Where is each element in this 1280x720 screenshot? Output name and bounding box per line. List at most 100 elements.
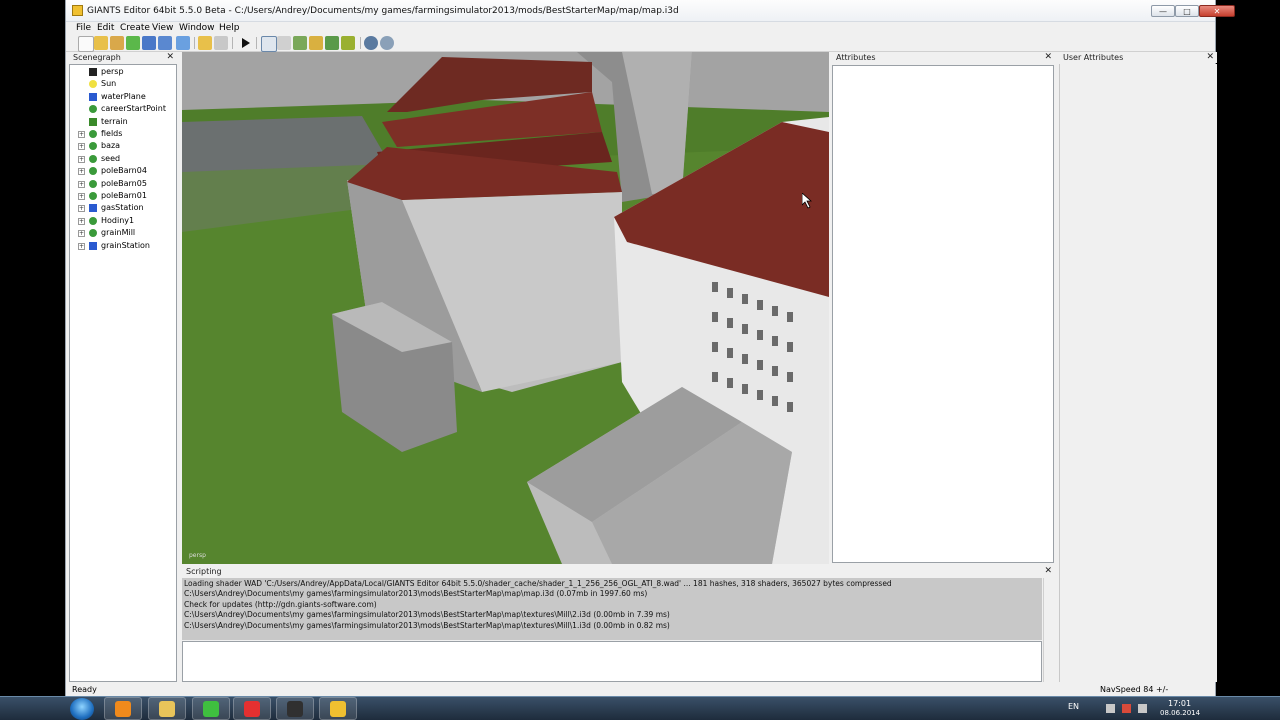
log-line: Loading shader WAD 'C:/Users/Andrey/AppD… — [184, 579, 892, 588]
taskbar-app-button[interactable] — [276, 697, 314, 720]
taskbar-app-button[interactable] — [319, 697, 357, 720]
transform-icon — [89, 192, 97, 200]
taskbar-app-button[interactable] — [104, 697, 142, 720]
mouse-cursor-icon — [802, 193, 812, 209]
move-icon[interactable] — [277, 36, 291, 50]
scenegraph-node-label: terrain — [101, 116, 128, 126]
scenegraph-node-label: Sun — [101, 79, 117, 89]
scenegraph-node-label: seed — [101, 153, 121, 163]
terrain-sculpt-icon[interactable] — [293, 36, 307, 50]
tray-network-icon[interactable] — [1106, 704, 1115, 713]
scenegraph-node[interactable]: + poleBarn01 — [70, 190, 176, 202]
media-player-icon — [115, 701, 131, 717]
scenegraph-node[interactable]: + baza — [70, 140, 176, 152]
scenegraph-node-label: waterPlane — [101, 91, 146, 101]
refresh-icon[interactable] — [126, 36, 140, 50]
expand-icon[interactable]: + — [78, 230, 85, 238]
taskbar-app-button[interactable] — [148, 697, 186, 720]
scenegraph-node[interactable]: + fields — [70, 128, 176, 140]
expand-icon[interactable]: + — [78, 180, 85, 188]
decal-paint-icon[interactable] — [341, 36, 355, 50]
camera-pan-icon[interactable] — [380, 36, 394, 50]
expand-icon[interactable]: + — [78, 131, 85, 138]
expand-icon[interactable]: + — [78, 193, 85, 200]
import-icon[interactable] — [176, 36, 190, 50]
select-icon[interactable] — [261, 36, 277, 52]
new-file-icon[interactable] — [78, 36, 94, 52]
scenegraph-node-label: grainMill — [101, 228, 136, 238]
menu-window[interactable]: Window — [179, 22, 215, 34]
app-icon — [72, 5, 83, 16]
attributes-close-icon[interactable]: ✕ — [1044, 52, 1052, 63]
save-icon[interactable] — [142, 36, 156, 50]
scripting-panel: Scripting ✕ Loading shader WAD 'C:/Users… — [182, 566, 1055, 683]
shape-icon — [89, 241, 97, 250]
expand-icon[interactable]: + — [78, 155, 85, 163]
scenegraph-node[interactable]: + poleBarn05 — [70, 178, 176, 190]
minimize-button[interactable]: — — [1151, 5, 1175, 17]
scenegraph-node[interactable]: + grainStation — [70, 240, 176, 252]
undo-icon[interactable] — [198, 36, 212, 50]
scenegraph-panel: Scenegraph ✕ persp Sun waterPlane careerSta… — [69, 52, 177, 682]
scenegraph-node-label: baza — [101, 141, 121, 151]
tray-flag-icon[interactable] — [1122, 704, 1131, 713]
scenegraph-node[interactable]: terrain — [70, 116, 176, 128]
title-bar[interactable]: GIANTS Editor 64bit 5.5.0 Beta - C:/User… — [66, 0, 1235, 22]
camera-orbit-icon[interactable] — [364, 36, 378, 50]
scenegraph-node[interactable]: persp — [70, 66, 176, 78]
save-as-icon[interactable] — [158, 36, 172, 50]
scenegraph-node-label: grainStation — [101, 240, 151, 250]
close-button[interactable]: ✕ — [1199, 5, 1235, 17]
taskbar-app-button[interactable] — [192, 697, 230, 720]
menu-view[interactable]: View — [152, 22, 173, 34]
open-folder-icon[interactable] — [94, 36, 108, 50]
menu-bar: File Edit Create View Window Help — [66, 22, 1215, 34]
attributes-body[interactable] — [832, 65, 1054, 563]
scenegraph-node[interactable]: + grainMill — [70, 227, 176, 239]
3d-viewport[interactable]: persp — [182, 52, 829, 564]
scenegraph-node-label: Hodiny1 — [101, 215, 135, 225]
scenegraph-node[interactable]: + Hodiny1 — [70, 215, 176, 227]
menu-help[interactable]: Help — [219, 22, 240, 34]
scenegraph-tree[interactable]: persp Sun waterPlane careerStartPoint terrai… — [69, 64, 177, 682]
scripting-close-icon[interactable]: ✕ — [1044, 566, 1052, 577]
scenegraph-node-label: persp — [101, 67, 124, 76]
scenegraph-node[interactable]: waterPlane — [70, 91, 176, 103]
scenegraph-title: Scenegraph — [69, 52, 177, 63]
edit-icon[interactable] — [110, 36, 124, 50]
scenegraph-node[interactable]: Sun — [70, 78, 176, 90]
foliage-paint-icon[interactable] — [325, 36, 339, 50]
expand-icon[interactable]: + — [78, 242, 85, 250]
maximize-button[interactable]: □ — [1175, 5, 1199, 17]
scenegraph-node[interactable]: + poleBarn04 — [70, 165, 176, 177]
clock-date[interactable]: 08.06.2014 — [1160, 709, 1200, 717]
taskbar-app-button[interactable] — [233, 697, 271, 720]
user-attributes-close-icon[interactable]: ✕ — [1206, 52, 1214, 63]
window-title: GIANTS Editor 64bit 5.5.0 Beta - C:/User… — [87, 6, 679, 16]
yandex-browser-icon — [244, 701, 260, 717]
language-indicator[interactable]: EN — [1068, 702, 1079, 711]
explorer-icon — [159, 701, 175, 717]
scenegraph-node[interactable]: + gasStation — [70, 202, 176, 214]
expand-icon[interactable]: + — [78, 205, 85, 213]
menu-file[interactable]: File — [76, 22, 91, 34]
play-icon[interactable] — [238, 36, 252, 50]
menu-edit[interactable]: Edit — [97, 22, 114, 34]
expand-icon[interactable]: + — [78, 217, 85, 225]
terrain-paint-icon[interactable] — [309, 36, 323, 50]
menu-create[interactable]: Create — [120, 22, 150, 34]
user-attributes-body[interactable] — [1059, 64, 1217, 682]
start-button[interactable] — [70, 698, 94, 720]
scenegraph-close-icon[interactable]: ✕ — [166, 52, 174, 63]
log-line: C:\Users\Andrey\Documents\my games\farmi… — [184, 610, 670, 620]
viewport-scene-render — [182, 52, 829, 564]
script-input[interactable] — [182, 641, 1042, 682]
redo-icon[interactable] — [214, 36, 228, 50]
scenegraph-node[interactable]: careerStartPoint — [70, 103, 176, 115]
tray-volume-icon[interactable] — [1138, 704, 1147, 713]
expand-icon[interactable]: + — [78, 143, 85, 151]
expand-icon[interactable]: + — [78, 168, 85, 176]
scenegraph-node[interactable]: + seed — [70, 153, 176, 165]
scripting-scrollbar[interactable] — [1043, 578, 1055, 682]
clock-time[interactable]: 17:01 — [1168, 699, 1191, 708]
